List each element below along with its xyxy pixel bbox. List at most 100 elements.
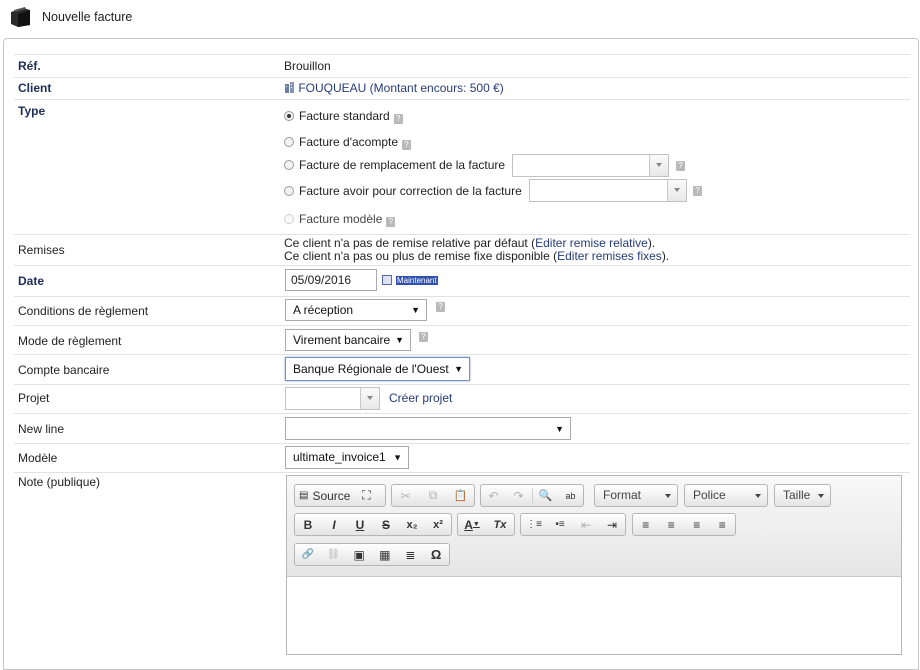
paste-button[interactable]: 📋 bbox=[448, 485, 472, 506]
new-line-label: New line bbox=[18, 422, 65, 436]
numbered-list-button[interactable]: ⋮≡ bbox=[522, 514, 546, 535]
source-button[interactable]: ▤ Source bbox=[295, 485, 354, 506]
payment-mode-select[interactable]: Virement bancaire ▼ bbox=[285, 329, 411, 351]
table-button[interactable]: ▦ bbox=[373, 544, 397, 565]
date-row: Date 05/09/2016 Maintenant bbox=[14, 266, 910, 297]
note-label: Note (publique) bbox=[18, 475, 101, 489]
client-link[interactable]: FOUQUEAU (Montant encours: 500 €) bbox=[298, 81, 503, 95]
new-line-select[interactable]: ▼ bbox=[285, 417, 571, 440]
indent-icon: ⇥ bbox=[606, 517, 618, 532]
type-replacement-option[interactable]: Facture de remplacement de la facture bbox=[284, 158, 505, 172]
font-dropdown[interactable]: Police bbox=[684, 484, 768, 507]
credit-invoice-select[interactable] bbox=[529, 179, 687, 202]
model-select[interactable]: ultimate_invoice1 ▼ bbox=[285, 446, 409, 469]
cut-icon: ✂ bbox=[400, 488, 411, 503]
calendar-icon[interactable] bbox=[382, 275, 392, 285]
italic-button[interactable]: I bbox=[322, 514, 346, 535]
link-button[interactable]: 🔗 bbox=[296, 544, 320, 565]
project-row: Projet Créer projet bbox=[14, 385, 910, 414]
toolbar-group-edit: ↶ ↷ 🔍 ab bbox=[480, 484, 584, 507]
format-dropdown[interactable]: Format bbox=[594, 484, 678, 507]
horizontal-rule-icon: ≣ bbox=[405, 547, 416, 562]
ref-row: Réf. Brouillon bbox=[14, 54, 910, 78]
bank-account-label: Compte bancaire bbox=[18, 363, 110, 377]
underline-icon: U bbox=[355, 517, 365, 532]
page-title: Nouvelle facture bbox=[42, 10, 133, 24]
radio-credit[interactable] bbox=[284, 186, 294, 196]
chevron-down-icon: ▼ bbox=[393, 452, 402, 462]
toolbar-group-insert: 🔗 ⛓ ▣ ▦ ≣ Ω bbox=[294, 543, 450, 566]
find-button[interactable]: 🔍 bbox=[534, 485, 558, 506]
align-left-icon: ≡ bbox=[642, 517, 650, 532]
outdent-button[interactable]: ⇤ bbox=[574, 514, 598, 535]
strikethrough-button[interactable]: S bbox=[374, 514, 398, 535]
type-credit-option[interactable]: Facture avoir pour correction de la fact… bbox=[284, 184, 522, 198]
edit-relative-discount-link[interactable]: Editer remise relative bbox=[535, 236, 648, 250]
omega-icon: Ω bbox=[430, 547, 442, 562]
project-select[interactable] bbox=[285, 387, 380, 410]
underline-button[interactable]: U bbox=[348, 514, 372, 535]
redo-icon: ↷ bbox=[513, 488, 524, 503]
redo-button[interactable]: ↷ bbox=[507, 485, 531, 506]
type-row: Type Facture standard? Facture d'acompte… bbox=[14, 100, 910, 235]
subscript-button[interactable]: x₂ bbox=[400, 514, 424, 535]
invoice-icon bbox=[11, 7, 30, 27]
text-color-button[interactable]: A ▼ bbox=[460, 514, 484, 535]
copy-icon: ⧉ bbox=[428, 488, 438, 502]
align-right-button[interactable]: ≡ bbox=[685, 514, 709, 535]
date-input[interactable]: 05/09/2016 bbox=[285, 269, 377, 291]
help-icon: ? bbox=[693, 186, 702, 196]
cut-button[interactable]: ✂ bbox=[394, 485, 418, 506]
ref-value: Brouillon bbox=[284, 59, 331, 73]
remove-format-button[interactable]: Tx bbox=[488, 514, 512, 535]
type-deposit-option[interactable]: Facture d'acompte? bbox=[284, 135, 412, 150]
replace-button[interactable]: ab bbox=[559, 485, 583, 506]
strikethrough-icon: S bbox=[381, 517, 390, 532]
chevron-down-icon: ▼ bbox=[555, 423, 564, 434]
date-label: Date bbox=[18, 274, 45, 288]
type-standard-option[interactable]: Facture standard? bbox=[284, 109, 403, 124]
replacement-invoice-select[interactable] bbox=[512, 154, 669, 177]
unlink-button[interactable]: ⛓ bbox=[321, 544, 345, 565]
payment-terms-select[interactable]: A réception ▼ bbox=[285, 299, 427, 321]
numbered-list-icon: ⋮≡ bbox=[526, 519, 542, 530]
undo-icon: ↶ bbox=[488, 488, 499, 503]
paste-icon: 📋 bbox=[453, 490, 468, 502]
bulleted-list-button[interactable]: •≡ bbox=[548, 514, 572, 535]
maximize-button[interactable]: ⛶ bbox=[354, 485, 378, 506]
remises-row: Remises Ce client n'a pas de remise rela… bbox=[14, 235, 910, 266]
toolbar-group-document: ▤ Source ⛶ bbox=[294, 484, 386, 507]
radio-deposit[interactable] bbox=[284, 137, 294, 147]
superscript-button[interactable]: x² bbox=[426, 514, 450, 535]
copy-button[interactable]: ⧉ bbox=[421, 485, 445, 506]
project-label: Projet bbox=[18, 391, 50, 405]
help-icon: ? bbox=[419, 332, 428, 342]
ref-label: Réf. bbox=[18, 59, 41, 73]
edit-fixed-discount-link[interactable]: Editer remises fixes bbox=[557, 249, 662, 263]
special-char-button[interactable]: Ω bbox=[424, 544, 448, 565]
justify-button[interactable]: ≡ bbox=[710, 514, 734, 535]
find-icon: 🔍 bbox=[538, 490, 553, 502]
undo-button[interactable]: ↶ bbox=[482, 485, 506, 506]
indent-button[interactable]: ⇥ bbox=[600, 514, 624, 535]
maximize-icon: ⛶ bbox=[362, 488, 371, 502]
editor-content-area[interactable] bbox=[287, 577, 901, 654]
replace-icon: ab bbox=[565, 490, 576, 501]
bold-button[interactable]: B bbox=[296, 514, 320, 535]
remove-format-icon: Tx bbox=[493, 518, 507, 531]
radio-replacement[interactable] bbox=[284, 160, 294, 170]
bank-account-select[interactable]: Banque Régionale de l'Ouest ▼ bbox=[285, 357, 470, 381]
horizontal-rule-button[interactable]: ≣ bbox=[398, 544, 422, 565]
align-center-button[interactable]: ≡ bbox=[659, 514, 683, 535]
outdent-icon: ⇤ bbox=[580, 517, 592, 532]
help-icon: ? bbox=[402, 140, 412, 150]
image-button[interactable]: ▣ bbox=[347, 544, 371, 565]
image-icon: ▣ bbox=[353, 547, 365, 562]
align-left-button[interactable]: ≡ bbox=[634, 514, 658, 535]
now-button[interactable]: Maintenant bbox=[396, 276, 438, 285]
create-project-link[interactable]: Créer projet bbox=[389, 391, 452, 405]
page-header: Nouvelle facture bbox=[8, 4, 132, 30]
table-icon: ▦ bbox=[379, 547, 391, 562]
size-dropdown[interactable]: Taille bbox=[774, 484, 831, 507]
radio-standard[interactable] bbox=[284, 111, 294, 121]
